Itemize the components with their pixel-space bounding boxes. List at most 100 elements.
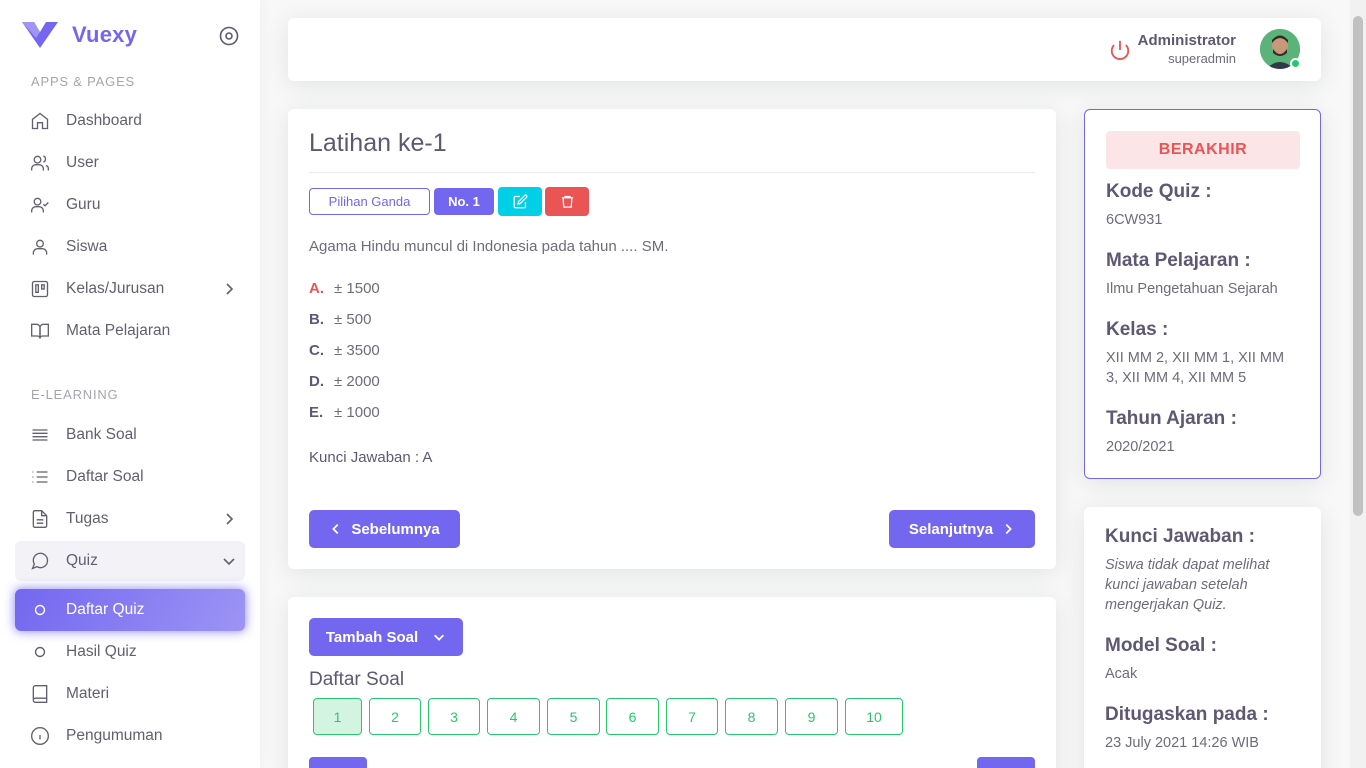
sidebar-item-hasil-quiz[interactable]: Hasil Quiz <box>15 632 245 672</box>
collapse-toggle-icon[interactable] <box>219 26 239 46</box>
scrollbar-thumb[interactable] <box>1353 16 1363 516</box>
quiz-code-label: Kode Quiz : <box>1106 181 1212 202</box>
info-icon <box>30 726 50 746</box>
school-year-value: 2020/2021 <box>1106 439 1175 455</box>
option-letter: B. <box>309 311 324 328</box>
delete-button[interactable] <box>545 187 589 216</box>
sidebar-item-tugas[interactable]: Tugas <box>15 499 245 539</box>
sidebar-item-label: Hasil Quiz <box>66 643 137 660</box>
previous-button[interactable]: Sebelumnya <box>309 510 460 548</box>
subject-value: Ilmu Pengetahuan Sejarah <box>1106 281 1278 297</box>
question-list-card: Tambah Soal Daftar Soal 1 2 3 4 5 6 7 8 … <box>288 597 1056 768</box>
align-justify-icon <box>30 425 50 445</box>
sidebar-item-pengumuman[interactable]: Pengumuman <box>15 716 245 756</box>
page-scrollbar[interactable] <box>1350 0 1366 768</box>
sidebar-item-guru[interactable]: Guru <box>15 185 245 225</box>
quiz-settings-card: Kunci Jawaban : Siswa tidak dapat meliha… <box>1084 507 1321 768</box>
action-button[interactable] <box>977 757 1035 768</box>
class-value: XII MM 2, XII MM 1, XII MM 3, XII MM 4, … <box>1106 350 1285 386</box>
sidebar-item-label: Guru <box>66 196 101 213</box>
option-letter: D. <box>309 373 324 390</box>
sidebar-item-label: Siswa <box>66 238 108 255</box>
next-button[interactable]: Selanjutnya <box>889 510 1035 548</box>
power-icon[interactable] <box>1109 39 1131 61</box>
user-name[interactable]: Administrator <box>1138 32 1236 49</box>
answer-key-label: Kunci Jawaban : <box>1105 526 1255 547</box>
sidebar-item-user[interactable]: User <box>15 143 245 183</box>
circle-icon <box>30 642 50 662</box>
vuexy-logo-icon <box>22 22 58 48</box>
users-icon <box>30 153 50 173</box>
option-text: ± 1500 <box>334 280 380 297</box>
option-letter: E. <box>309 404 324 421</box>
status-badge: BERAKHIR <box>1106 131 1300 169</box>
question-model-label: Model Soal : <box>1105 635 1217 656</box>
sidebar-item-quiz[interactable]: Quiz <box>15 541 245 581</box>
answer-key-note: Siswa tidak dapat melihat kunci jawaban … <box>1105 557 1270 613</box>
action-button[interactable] <box>309 757 367 768</box>
brand[interactable]: Vuexy <box>22 22 137 48</box>
quiz-info-card: BERAKHIR Kode Quiz : 6CW931 Mata Pelajar… <box>1084 109 1321 479</box>
chevron-right-icon <box>1005 524 1012 534</box>
sidebar-item-label: Dashboard <box>66 112 142 129</box>
option-a: A. ± 1500 <box>309 280 380 297</box>
user-role: superadmin <box>1168 51 1236 66</box>
sidebar-item-label: Tugas <box>66 510 109 527</box>
list-icon <box>30 467 50 487</box>
option-text: ± 500 <box>334 311 372 328</box>
section-header-elearning: E-LEARNING <box>31 387 119 402</box>
question-title: Latihan ke-1 <box>309 129 447 157</box>
home-icon <box>30 111 50 131</box>
sidebar-item-bank-soal[interactable]: Bank Soal <box>15 415 245 455</box>
sidebar-item-label: User <box>66 154 99 171</box>
option-text: ± 1000 <box>334 404 380 421</box>
question-number-button[interactable]: 5 <box>547 698 600 735</box>
sidebar-item-kelas-jurusan[interactable]: Kelas/Jurusan <box>15 269 245 309</box>
add-question-button[interactable]: Tambah Soal <box>309 618 463 656</box>
sidebar-item-label: Bank Soal <box>66 426 137 443</box>
question-number-button[interactable]: 10 <box>845 698 903 735</box>
divider <box>309 172 1035 173</box>
school-year-label: Tahun Ajaran : <box>1106 408 1237 429</box>
sidebar-item-label: Daftar Soal <box>66 468 144 485</box>
option-b: B. ± 500 <box>309 311 371 328</box>
answer-key: Kunci Jawaban : A <box>309 449 433 466</box>
question-number-button[interactable]: 6 <box>606 698 659 735</box>
chevron-right-icon <box>226 513 234 525</box>
sidebar-item-daftar-soal[interactable]: Daftar Soal <box>15 457 245 497</box>
sidebar-item-siswa[interactable]: Siswa <box>15 227 245 267</box>
sidebar-item-label: Kelas/Jurusan <box>66 280 165 297</box>
sidebar-item-daftar-quiz[interactable]: Daftar Quiz <box>15 589 245 631</box>
chevron-left-icon <box>332 524 339 534</box>
question-number-button[interactable]: 9 <box>785 698 838 735</box>
top-navbar: Administrator superadmin <box>288 18 1321 81</box>
question-type-badge: Pilihan Ganda <box>309 188 430 215</box>
question-number-button[interactable]: 8 <box>725 698 778 735</box>
sidebar-item-mata-pelajaran[interactable]: Mata Pelajaran <box>15 311 245 351</box>
question-number-button[interactable]: 7 <box>666 698 718 735</box>
trello-icon <box>30 279 50 299</box>
edit-icon <box>513 194 527 209</box>
sidebar-item-materi[interactable]: Materi <box>15 674 245 714</box>
assigned-at-label: Ditugaskan pada : <box>1105 704 1269 725</box>
assigned-at-value: 23 July 2021 14:26 WIB <box>1105 735 1259 751</box>
option-e: E. ± 1000 <box>309 404 380 421</box>
question-number-button[interactable]: 2 <box>369 698 421 735</box>
question-number-button[interactable]: 1 <box>313 698 362 735</box>
sidebar-item-label: Pengumuman <box>66 727 163 744</box>
question-number-badge: No. 1 <box>434 188 494 215</box>
user-check-icon <box>30 195 50 215</box>
question-text: Agama Hindu muncul di Indonesia pada tah… <box>309 238 669 255</box>
class-label: Kelas : <box>1106 319 1169 340</box>
question-model-value: Acak <box>1105 666 1138 682</box>
edit-button[interactable] <box>498 187 542 216</box>
subject-label: Mata Pelajaran : <box>1106 250 1251 271</box>
option-letter: C. <box>309 342 324 359</box>
question-number-button[interactable]: 4 <box>487 698 540 735</box>
section-header-apps: APPS & PAGES <box>31 74 136 89</box>
circle-icon <box>30 600 50 620</box>
sidebar-item-dashboard[interactable]: Dashboard <box>15 101 245 141</box>
option-text: ± 3500 <box>334 342 380 359</box>
chevron-right-icon <box>226 283 234 295</box>
question-number-button[interactable]: 3 <box>428 698 480 735</box>
